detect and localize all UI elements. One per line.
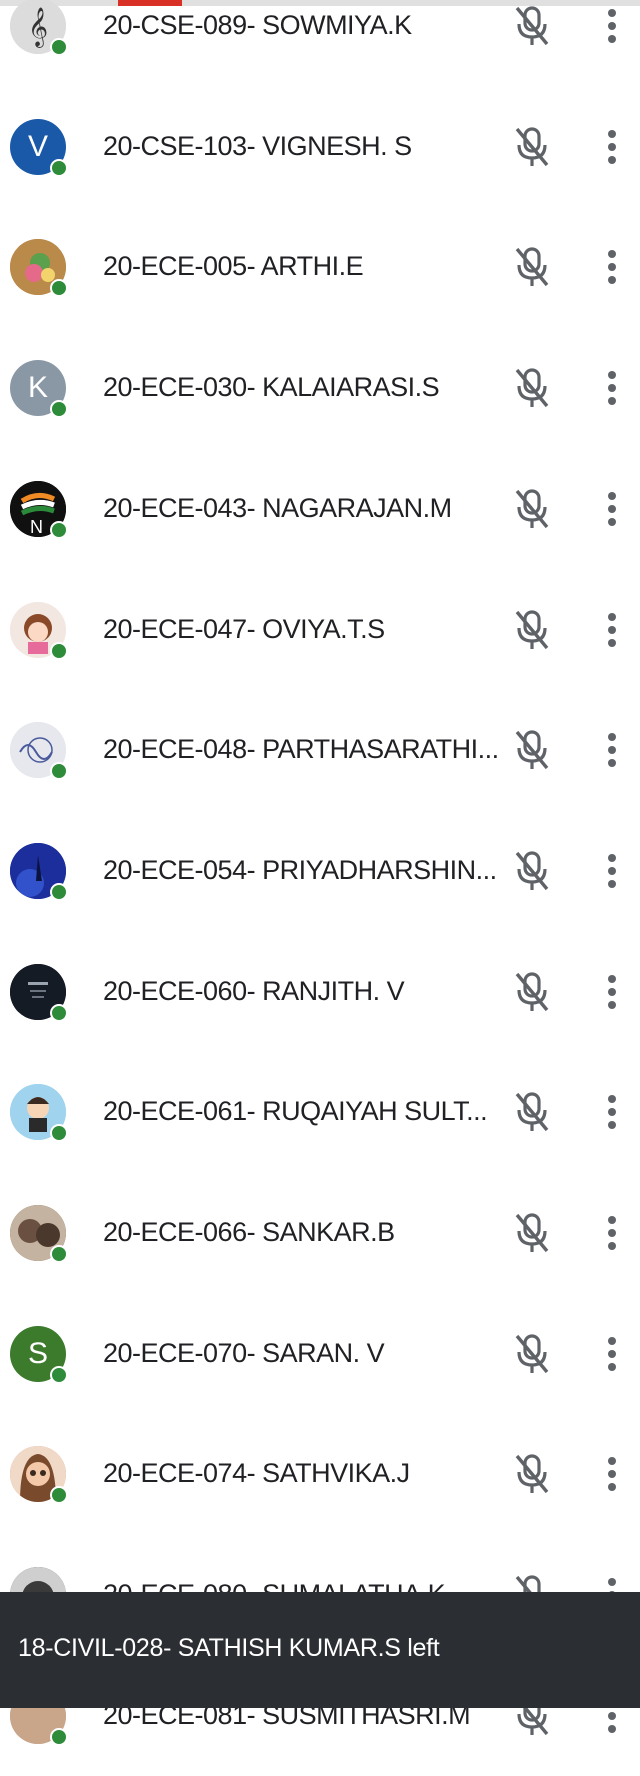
avatar-letter: K [27, 371, 48, 405]
snackbar: 18-CIVIL-028- SATHISH KUMAR.S left [0, 1592, 640, 1708]
online-status-dot [50, 279, 68, 298]
participant-name: 20-ECE-048- PARTHASARATHI... [103, 734, 499, 765]
mic-off-icon[interactable] [512, 969, 552, 1015]
mic-off-icon[interactable] [512, 848, 552, 894]
more-options-icon[interactable] [606, 6, 618, 46]
participant-name: 20-ECE-030- KALAIARASI.S [103, 372, 440, 403]
participant-name: 20-ECE-074- SATHVIKA.J [103, 1458, 410, 1489]
participant-row[interactable]: 𝄞 20-CSE-089- SOWMIYA.K [0, 0, 640, 86]
mic-off-icon[interactable] [512, 727, 552, 773]
participant-name: 20-ECE-070- SARAN. V [103, 1337, 385, 1368]
participant-row[interactable]: 20-ECE-054- PRIYADHARSHIN... [0, 811, 640, 931]
online-status-dot [50, 158, 68, 177]
online-status-dot [50, 1486, 68, 1505]
more-options-icon[interactable] [606, 247, 618, 287]
online-status-dot [50, 882, 68, 901]
participant-row[interactable]: S 20-ECE-070- SARAN. V [0, 1294, 640, 1414]
online-status-dot [50, 762, 68, 781]
participant-name: 20-ECE-061- RUQAIYAH SULT... [103, 1096, 488, 1127]
online-status-dot [50, 1124, 68, 1143]
more-options-icon[interactable] [606, 1092, 618, 1132]
mic-off-icon[interactable] [512, 124, 552, 170]
participant-row[interactable]: N 20-ECE-043- NAGARAJAN.M [0, 449, 640, 569]
participant-row[interactable]: 20-ECE-060- RANJITH. V [0, 932, 640, 1052]
online-status-dot [50, 1727, 68, 1746]
participant-name: 20-CSE-103- VIGNESH. S [103, 130, 412, 161]
mic-off-icon[interactable] [512, 1451, 552, 1497]
participant-name: 20-ECE-060- RANJITH. V [103, 975, 405, 1006]
participant-name: 20-ECE-043- NAGARAJAN.M [103, 492, 452, 523]
more-options-icon[interactable] [606, 1334, 618, 1374]
online-status-dot [50, 641, 68, 660]
participant-row[interactable]: V 20-CSE-103- VIGNESH. S [0, 87, 640, 207]
mic-off-icon[interactable] [512, 1331, 552, 1377]
online-status-dot [50, 38, 68, 56]
participant-row[interactable]: K 20-ECE-030- KALAIARASI.S [0, 328, 640, 448]
participant-row[interactable]: 20-ECE-061- RUQAIYAH SULT... [0, 1052, 640, 1172]
more-options-icon[interactable] [606, 610, 618, 650]
mic-off-icon[interactable] [512, 244, 552, 290]
participant-row[interactable]: 20-ECE-005- ARTHI.E [0, 207, 640, 327]
participant-name: 20-ECE-005- ARTHI.E [103, 251, 364, 282]
online-status-dot [50, 1003, 68, 1022]
more-options-icon[interactable] [606, 489, 618, 529]
more-options-icon[interactable] [606, 1454, 618, 1494]
mic-off-icon[interactable] [512, 3, 552, 49]
svg-text:N: N [30, 517, 43, 537]
mic-off-icon[interactable] [512, 365, 552, 411]
participant-name: 20-ECE-047- OVIYA.T.S [103, 613, 385, 644]
more-options-icon[interactable] [606, 851, 618, 891]
participant-row[interactable]: 20-ECE-066- SANKAR.B [0, 1173, 640, 1293]
avatar-letter: S [27, 1336, 48, 1370]
mic-off-icon[interactable] [512, 1089, 552, 1135]
mic-off-icon[interactable] [512, 486, 552, 532]
participant-name: 20-ECE-054- PRIYADHARSHIN... [103, 854, 497, 885]
more-options-icon[interactable] [606, 730, 618, 770]
participant-row[interactable]: 20-ECE-047- OVIYA.T.S [0, 570, 640, 690]
avatar-letter: V [27, 129, 48, 163]
snackbar-message: 18-CIVIL-028- SATHISH KUMAR.S left [18, 1634, 440, 1662]
more-options-icon[interactable] [606, 972, 618, 1012]
online-status-dot [50, 1245, 68, 1263]
participant-row[interactable]: 20-ECE-074- SATHVIKA.J [0, 1414, 640, 1534]
more-options-icon[interactable] [606, 1213, 618, 1253]
mic-off-icon[interactable] [512, 607, 552, 653]
participant-row[interactable]: 20-ECE-048- PARTHASARATHI... [0, 690, 640, 810]
online-status-dot [50, 520, 68, 539]
online-status-dot [50, 1365, 68, 1384]
mic-off-icon[interactable] [512, 1210, 552, 1256]
participant-name: 20-CSE-089- SOWMIYA.K [103, 10, 412, 40]
online-status-dot [50, 400, 68, 419]
participant-name: 20-ECE-066- SANKAR.B [103, 1217, 395, 1247]
svg-text:𝄞: 𝄞 [28, 7, 48, 48]
more-options-icon[interactable] [606, 127, 618, 167]
more-options-icon[interactable] [606, 368, 618, 408]
